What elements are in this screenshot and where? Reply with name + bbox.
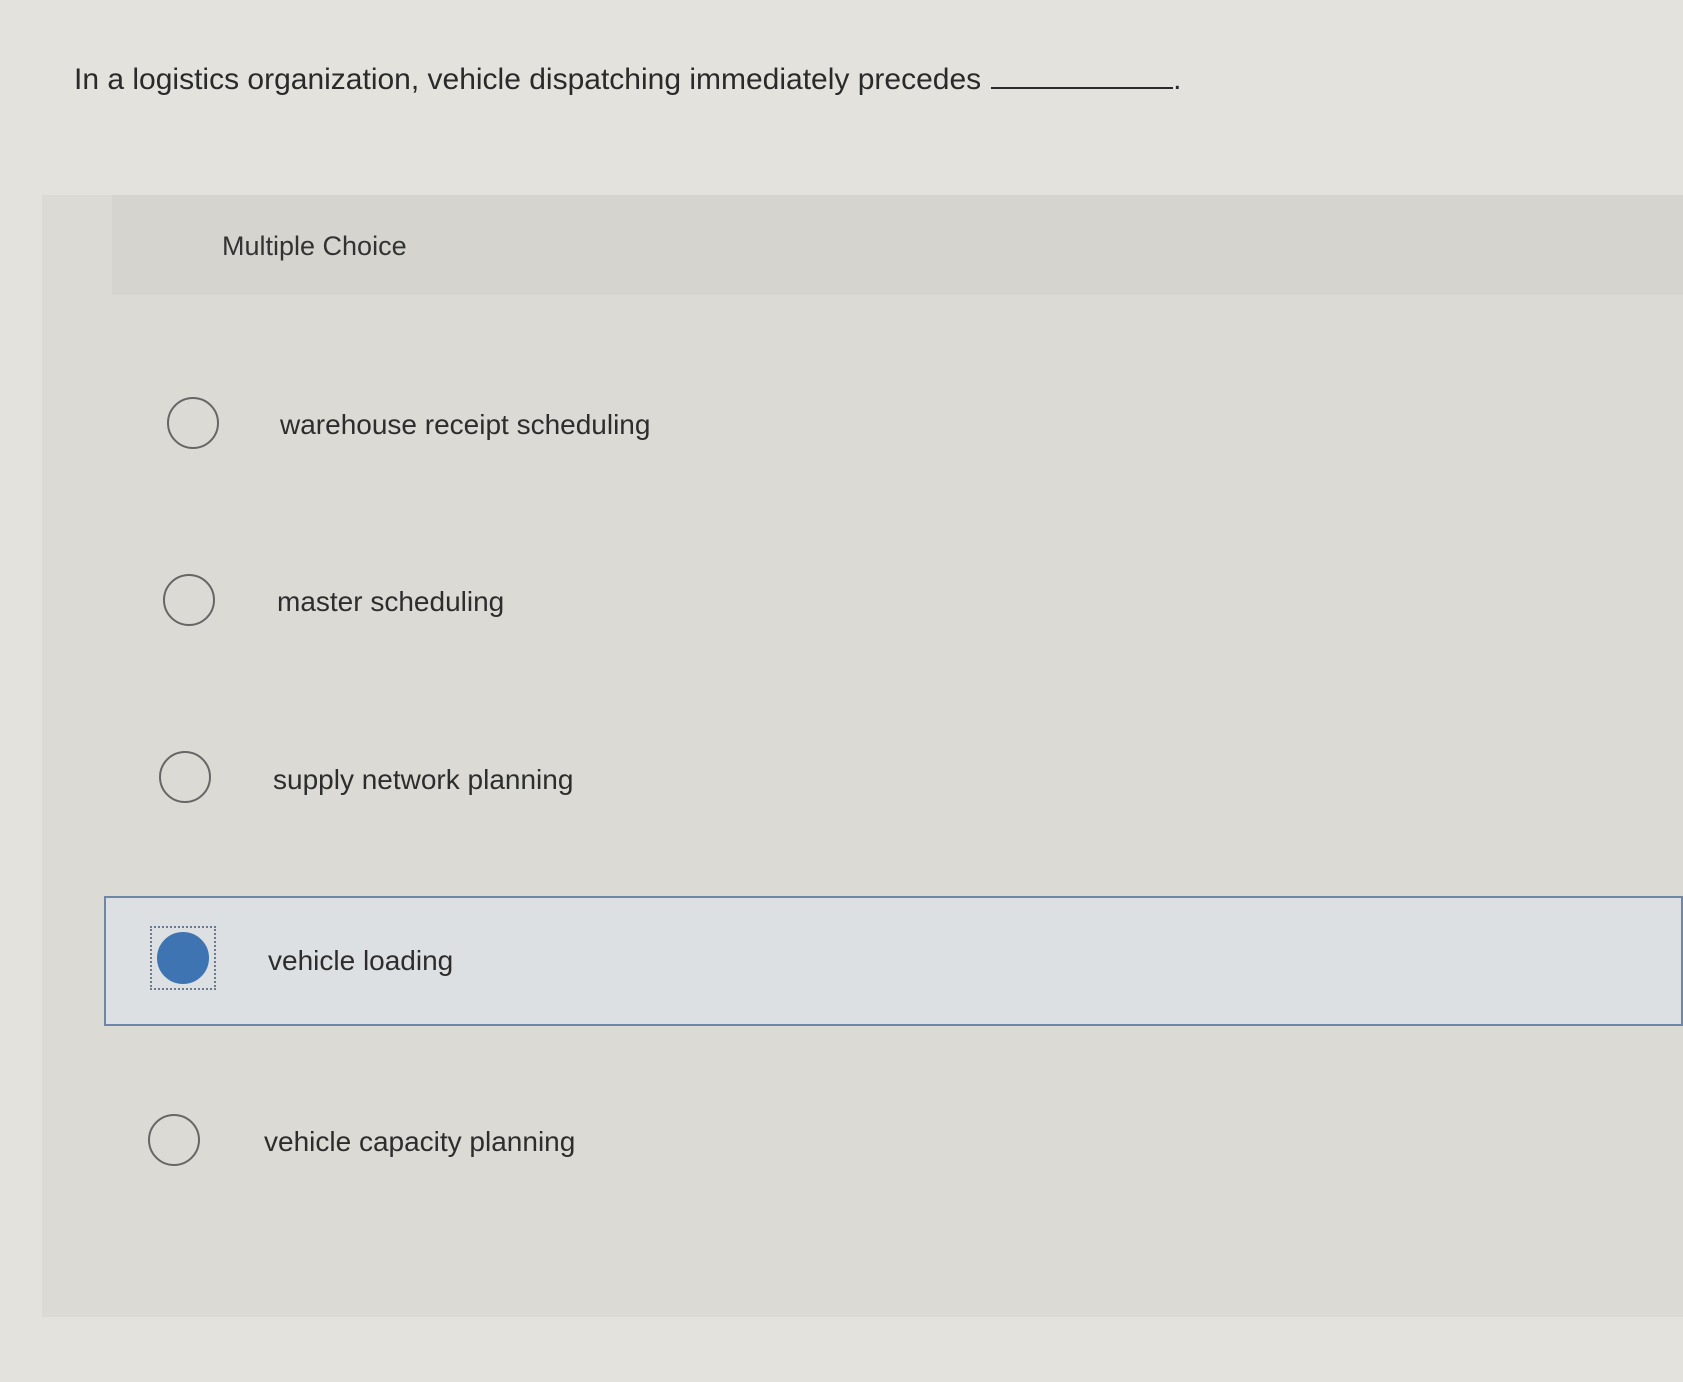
choice-option-5[interactable]: vehicle capacity planning — [112, 1082, 1683, 1202]
choice-option-3[interactable]: supply network planning — [112, 720, 1683, 840]
choice-label-2[interactable]: master scheduling — [277, 586, 504, 618]
choice-option-4-selected[interactable]: vehicle loading — [104, 896, 1683, 1026]
choice-label-1[interactable]: warehouse receipt scheduling — [280, 409, 650, 441]
radio-button-icon[interactable] — [167, 397, 219, 449]
radio-button-icon[interactable] — [159, 751, 211, 803]
panel-heading: Multiple Choice — [112, 195, 1683, 295]
choice-label-4[interactable]: vehicle loading — [268, 945, 453, 977]
choice-option-1[interactable]: warehouse receipt scheduling — [112, 365, 1683, 485]
radio-button-icon[interactable] — [163, 574, 215, 626]
panel-heading-label: Multiple Choice — [222, 231, 407, 261]
answer-blank — [991, 59, 1174, 89]
choice-label-5[interactable]: vehicle capacity planning — [264, 1126, 575, 1158]
question-period: . — [1173, 63, 1182, 96]
question-text: In a logistics organization, vehicle dis… — [74, 58, 1182, 102]
question-stem: In a logistics organization, vehicle dis… — [74, 63, 982, 96]
radio-button-checked-icon[interactable] — [157, 932, 209, 984]
choice-label-3[interactable]: supply network planning — [273, 764, 573, 796]
radio-button-icon[interactable] — [148, 1114, 200, 1166]
choice-option-2[interactable]: master scheduling — [112, 542, 1683, 662]
